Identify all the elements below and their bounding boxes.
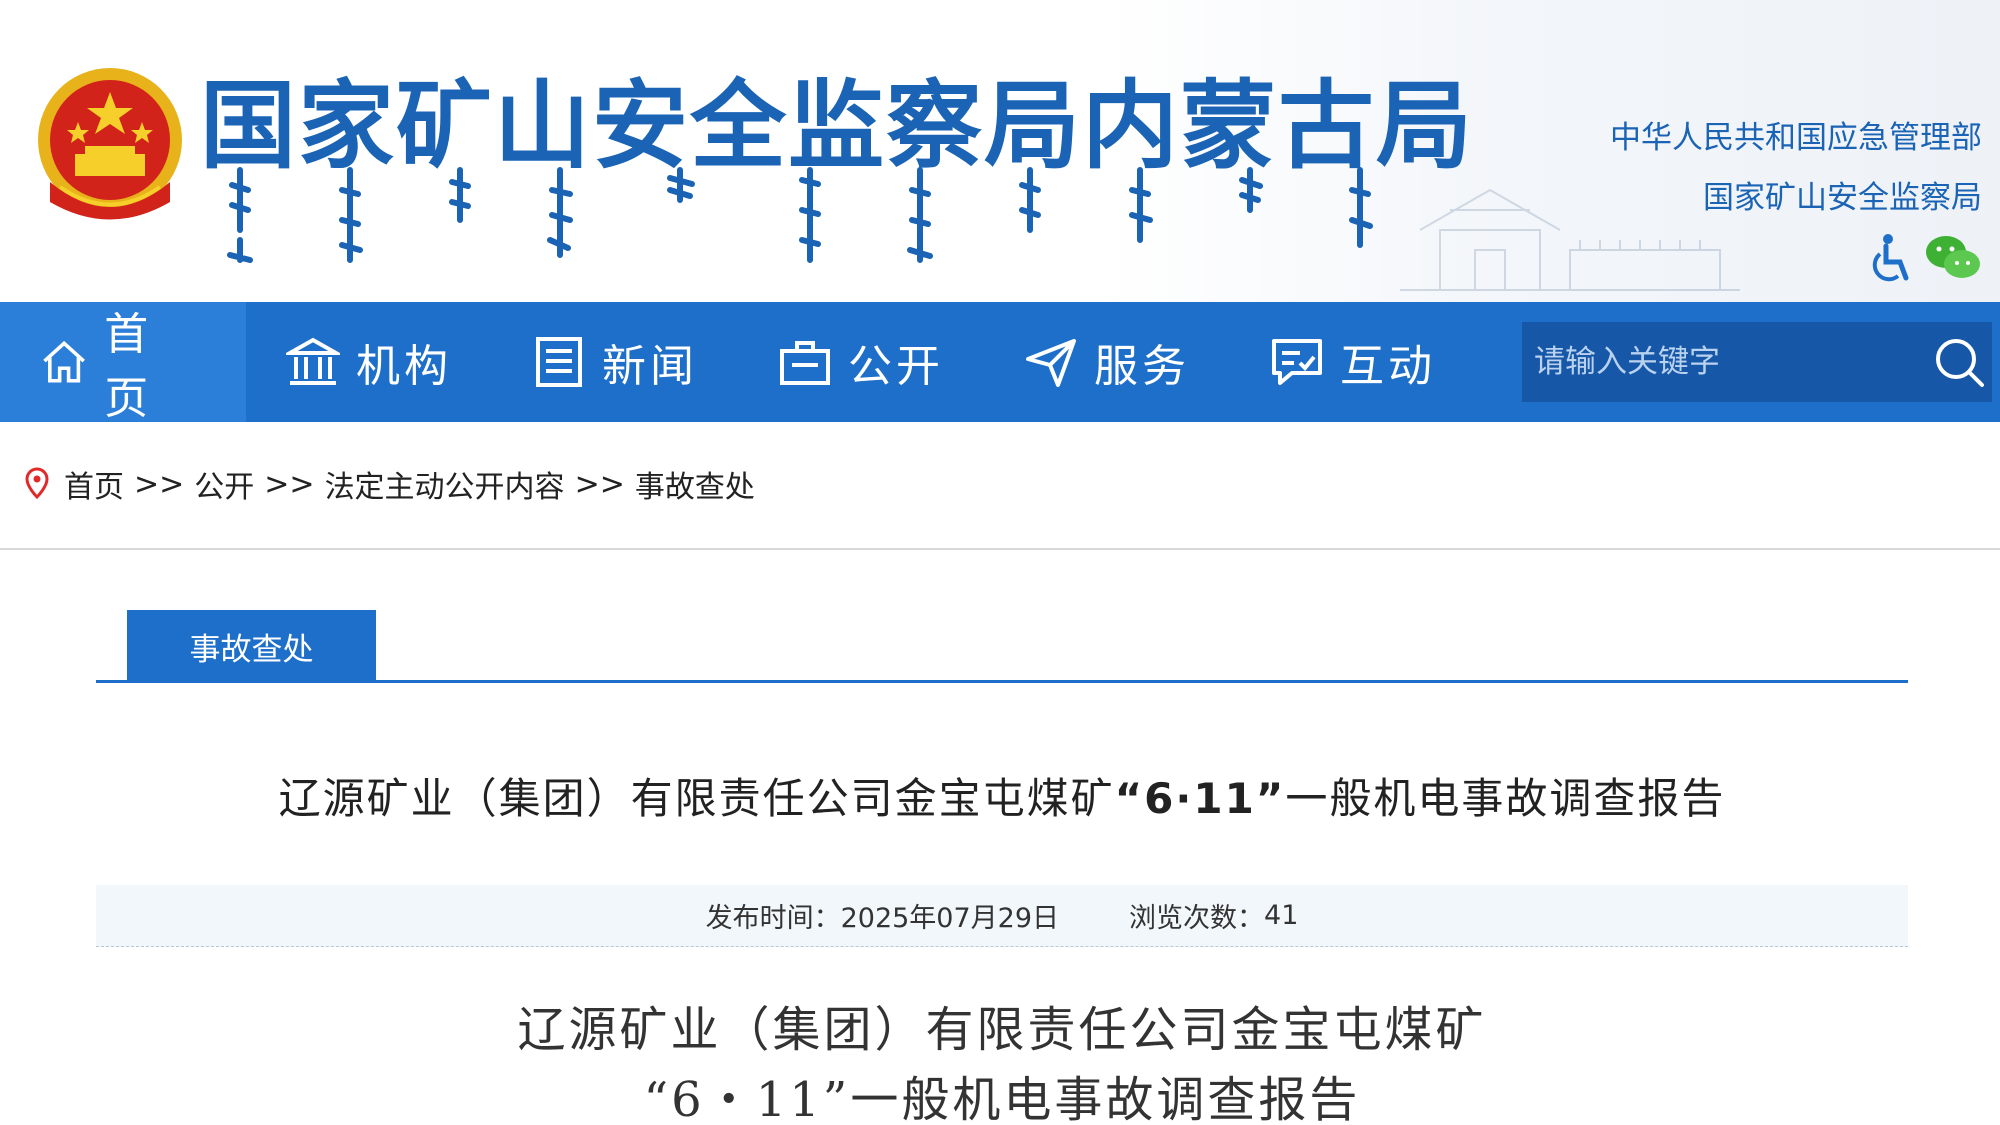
tool-icons [1864, 232, 1982, 284]
wechat-icon[interactable] [1924, 232, 1982, 284]
nav-item-service[interactable]: 服务 [984, 302, 1230, 422]
nav-label: 公开 [848, 341, 944, 392]
send-icon [1026, 339, 1076, 387]
nav-item-home[interactable]: 首 页 [0, 302, 246, 424]
nav-item-public[interactable]: 公开 [738, 302, 984, 422]
section-underline [96, 680, 1908, 683]
breadcrumb-separator: >> [134, 466, 185, 502]
breadcrumb-separator: >> [264, 466, 315, 502]
article-title-prefix: 辽源矿业（集团）有限责任公司金宝屯煤矿 [278, 774, 1115, 823]
body-heading-line2: “6・11”一般机电事故调查报告 [643, 1072, 1361, 1125]
mongolian-script-title [227, 167, 1373, 263]
body-heading-line1: 辽源矿业（集团）有限责任公司金宝屯煤矿 [517, 1002, 1487, 1058]
breadcrumb-separator: >> [574, 466, 625, 502]
article-meta: 发布时间： 2025年07月29日 浏览次数： 41 [96, 885, 1908, 947]
search-icon [1935, 339, 1984, 387]
publish-label: 发布时间： [705, 903, 841, 934]
nav-item-institution[interactable]: 机构 [246, 302, 492, 422]
nav-label: 首 页 [104, 309, 153, 424]
breadcrumb-statutory-disclosure[interactable]: 法定主动公开内容 [325, 462, 565, 506]
site-header: 国家矿山安全监察局内蒙古局 中华人民共和国应急管理部 国家矿山安全监察局 [0, 0, 2000, 302]
article-title-code: “6·11” [1114, 774, 1286, 823]
home-icon [43, 340, 85, 383]
nav-label: 机构 [356, 341, 452, 392]
breadcrumb-public[interactable]: 公开 [194, 462, 254, 506]
parent-links: 中华人民共和国应急管理部 国家矿山安全监察局 [1610, 108, 1982, 228]
breadcrumb: 首页 >> 公开 >> 法定主动公开内容 >> 事故查处 [24, 462, 755, 506]
views-label: 浏览次数： [1129, 903, 1265, 934]
nav-label: 服务 [1094, 341, 1190, 392]
accessibility-icon[interactable] [1864, 232, 1914, 284]
breadcrumb-accident-handling[interactable]: 事故查处 [635, 462, 755, 506]
nav-item-interaction[interactable]: 互动 [1230, 302, 1476, 422]
article-title: 辽源矿业（集团）有限责任公司金宝屯煤矿“6·11”一般机电事故调查报告 [96, 765, 1908, 826]
nav-label: 互动 [1340, 341, 1436, 392]
search-button[interactable] [1925, 322, 1992, 402]
breadcrumb-home[interactable]: 首页 [64, 462, 124, 506]
publish-date: 2025年07月29日 [840, 903, 1060, 934]
views-count: 41 [1264, 900, 1299, 931]
parent-link-mine-safety-admin[interactable]: 国家矿山安全监察局 [1610, 168, 1982, 228]
parent-link-emergency-ministry[interactable]: 中华人民共和国应急管理部 [1610, 108, 1982, 168]
search-input[interactable] [1522, 322, 1925, 402]
chat-icon [1272, 339, 1322, 385]
institution-icon [286, 337, 340, 385]
article-title-suffix: 一般机电事故调查报告 [1285, 774, 1726, 823]
nav-item-news[interactable]: 新闻 [492, 302, 738, 422]
national-emblem-icon [38, 68, 182, 220]
briefcase-icon [780, 341, 830, 385]
nav-label: 新闻 [602, 341, 698, 392]
location-pin-icon [25, 467, 49, 500]
section-tab-accident-handling[interactable]: 事故查处 [127, 610, 376, 682]
breadcrumb-divider [0, 548, 2000, 550]
search-box [1522, 322, 1992, 402]
news-icon [536, 337, 582, 387]
